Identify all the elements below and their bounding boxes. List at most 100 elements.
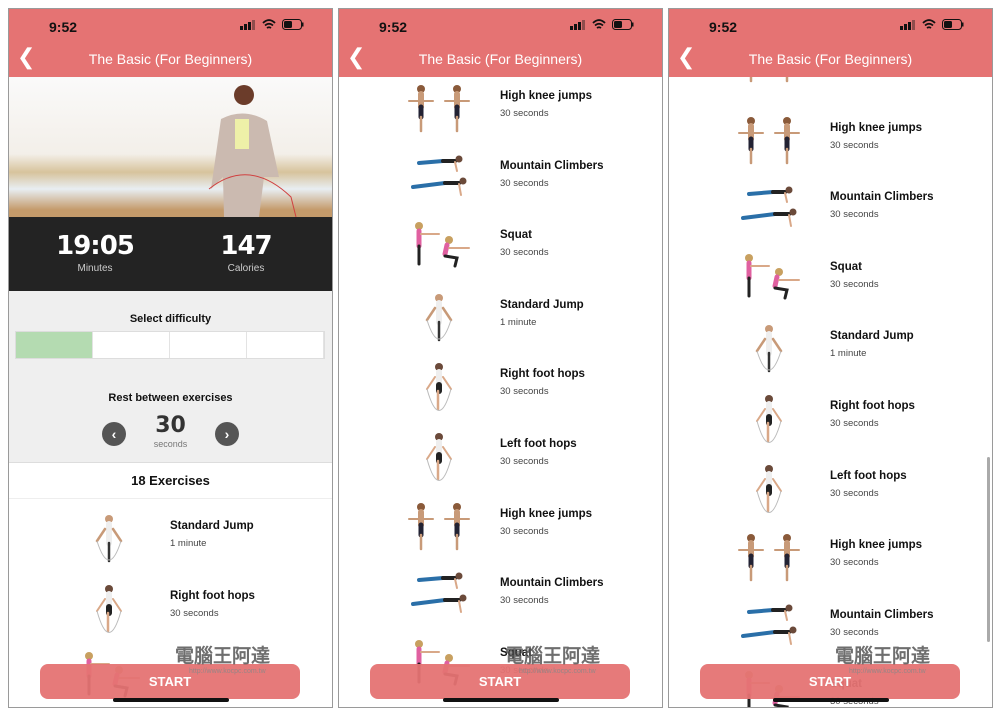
exercise-figure-hop — [756, 394, 782, 443]
chevron-right-icon: › — [224, 426, 230, 442]
scrollbar[interactable] — [987, 457, 990, 642]
exercise-name: Standard Jump — [830, 330, 914, 343]
status-time: 9:52 — [709, 19, 738, 35]
exercise-list[interactable]: 30 seconds High knee jumps 30 seconds Mo… — [669, 77, 992, 707]
exercise-name: High knee jumps — [830, 539, 923, 552]
calories-value: 147 — [220, 231, 272, 261]
exercise-name: Right foot hops — [830, 399, 915, 412]
difficulty-level-3[interactable] — [170, 332, 247, 358]
home-indicator — [113, 698, 229, 702]
battery-icon — [942, 19, 964, 30]
exercise-duration: 30 seconds — [830, 139, 879, 151]
exercise-list-item[interactable]: Squat 30 seconds — [669, 248, 992, 318]
exercise-name: Mountain Climbers — [500, 577, 604, 590]
exercise-list-item[interactable]: Right foot hops 30 seconds — [669, 387, 992, 457]
exercise-duration: 30 seconds — [830, 626, 879, 638]
nav-header: 9:52 ❮ The Basic (For Beginners) — [669, 9, 992, 77]
rest-value: 30 — [155, 413, 186, 438]
page-title: The Basic (For Beginners) — [748, 51, 913, 67]
exercise-list-item[interactable]: Mountain Climbers 30 seconds — [339, 147, 662, 217]
exercise-name: Mountain Climbers — [500, 159, 604, 172]
watermark-logo: 電腦王阿達 http://www.kocpc.com.tw — [835, 646, 931, 675]
exercise-figure-hop — [96, 584, 122, 633]
workout-stats: 19:05 Minutes 147 Calories — [9, 217, 332, 291]
exercise-duration: 30 seconds — [830, 278, 879, 290]
home-indicator — [443, 698, 559, 702]
exercise-list-item-partial: 30 seconds — [669, 77, 992, 109]
exercise-name: High knee jumps — [500, 90, 593, 102]
exercise-list-item[interactable]: Mountain Climbers 30 seconds — [669, 178, 992, 248]
exercise-figure-jump — [425, 293, 453, 342]
exercise-duration: 30 seconds — [500, 455, 549, 467]
signal-icon — [240, 19, 255, 30]
exercise-list-item[interactable]: Squat 30 seconds — [339, 216, 662, 286]
exercise-name: Right foot hops — [500, 368, 585, 381]
exercise-list-item[interactable]: Left foot hops 30 seconds — [669, 457, 992, 527]
exercise-list[interactable]: High knee jumps 30 seconds Mountain Clim… — [339, 77, 662, 707]
difficulty-label: Select difficulty — [129, 313, 212, 325]
exercise-name: Squat — [500, 229, 532, 242]
rest-increase-button[interactable]: › — [215, 422, 239, 446]
exercise-list-item[interactable]: Standard Jump 1 minute — [669, 317, 992, 387]
exercise-duration: 30 seconds — [830, 209, 879, 221]
exercise-name: Left foot hops — [830, 469, 907, 482]
exercise-figure-highknee — [738, 534, 800, 582]
exercise-name: Mountain Climbers — [830, 191, 934, 204]
phone-screen-3: 9:52 ❮ The Basic (For Beginners) 30 seco… — [668, 8, 993, 708]
exercise-list-item[interactable]: Left foot hops 30 seconds — [339, 425, 662, 495]
exercise-figure-hop — [426, 363, 452, 412]
exercise-duration: 30 seconds — [500, 177, 549, 189]
phone-screen-2: 9:52 ❮ The Basic (For Beginners) High kn… — [338, 8, 663, 708]
exercise-name: High knee jumps — [500, 507, 593, 520]
exercise-figure-climb — [741, 604, 797, 645]
watermark-logo: 電腦王阿達 http://www.kocpc.com.tw — [505, 646, 601, 675]
exercise-figure-highknee — [749, 77, 789, 83]
exercise-list-item[interactable]: High knee jumps 30 seconds — [669, 109, 992, 179]
exercise-figure-squat — [745, 253, 800, 300]
exercise-duration: 30 seconds — [830, 557, 879, 569]
exercise-figure-hop — [756, 464, 782, 513]
exercise-name: Left foot hops — [500, 437, 577, 450]
exercise-list-item[interactable]: Right foot hops 30 seconds — [339, 355, 662, 425]
exercise-duration: 30 seconds — [500, 108, 549, 119]
exercise-name: High knee jumps — [830, 121, 923, 134]
exercise-duration: 30 seconds — [500, 247, 549, 259]
nav-header: 9:52 ❮ The Basic (For Beginners) — [339, 9, 662, 77]
difficulty-selector[interactable] — [15, 331, 325, 359]
exercise-list-item[interactable]: Right foot hops 30 seconds — [9, 577, 332, 647]
battery-icon — [282, 19, 304, 30]
exercise-duration: 30 seconds — [830, 77, 879, 79]
status-time: 9:52 — [379, 19, 408, 35]
difficulty-level-1[interactable] — [16, 332, 93, 358]
exercise-list-item[interactable]: Standard Jump 1 minute — [9, 507, 332, 577]
exercise-list-item[interactable]: High knee jumps 30 seconds — [669, 526, 992, 596]
exercise-duration: 1 minute — [170, 538, 207, 549]
exercise-duration: 30 seconds — [500, 386, 549, 398]
exercise-figure-hop — [426, 432, 452, 481]
minutes-label: Minutes — [77, 263, 113, 274]
wifi-icon — [592, 19, 606, 29]
exercise-list-item[interactable]: Standard Jump 1 minute — [339, 286, 662, 356]
wifi-icon — [922, 19, 936, 29]
exercise-list-item[interactable]: Mountain Climbers 30 seconds — [339, 564, 662, 634]
battery-icon — [612, 19, 634, 30]
rest-unit: seconds — [153, 439, 188, 449]
exercise-name: Standard Jump — [500, 298, 584, 311]
phone-screen-1: 9:52 ❮ The Basic (For Beginners) 19:05 Mi… — [8, 8, 333, 708]
difficulty-level-4[interactable] — [247, 332, 324, 358]
exercise-figure-climb — [411, 155, 467, 196]
page-title: The Basic (For Beginners) — [418, 51, 583, 67]
exercise-figure-highknee — [408, 502, 470, 550]
exercise-list-item[interactable]: High knee jumps 30 seconds — [339, 495, 662, 565]
exercise-figure-jump — [95, 515, 123, 563]
difficulty-level-2[interactable] — [93, 332, 170, 358]
exercise-figure-jump — [755, 325, 783, 373]
exercise-duration: 30 seconds — [830, 417, 879, 429]
exercise-figure-highknee — [408, 85, 470, 133]
exercise-list-item[interactable]: High knee jumps 30 seconds — [339, 77, 662, 147]
wifi-icon — [262, 19, 276, 29]
exercise-name: Mountain Climbers — [830, 608, 934, 621]
exercise-list-item[interactable]: Mountain Climbers 30 seconds — [669, 596, 992, 666]
exercise-duration: 30 seconds — [500, 525, 549, 537]
signal-icon — [570, 19, 585, 30]
